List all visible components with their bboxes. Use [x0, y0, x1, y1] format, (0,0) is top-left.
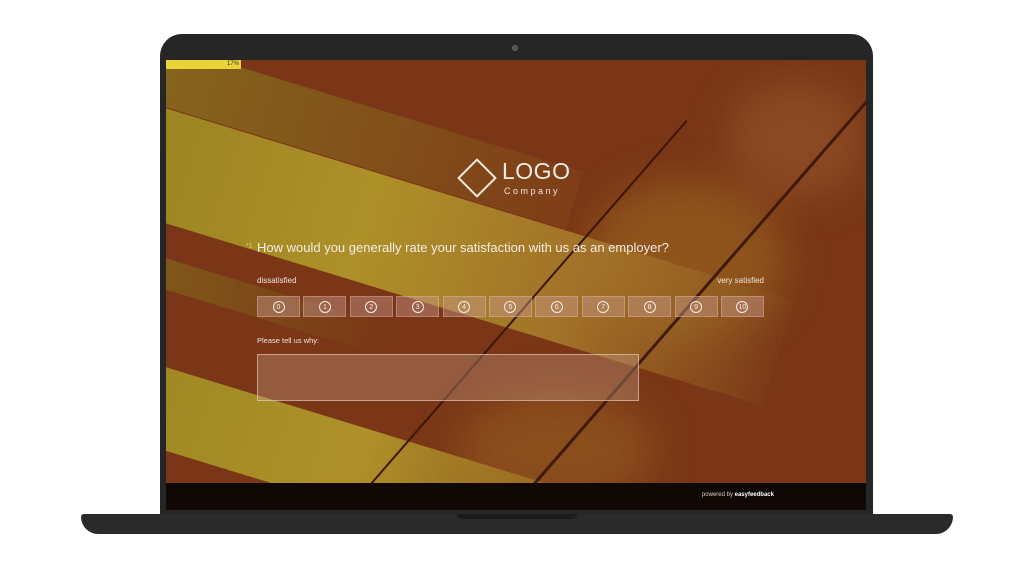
survey-screen: 17% LOGO Company *1 How would you genera…: [166, 60, 866, 510]
scale-low-label: dissatisfied: [257, 276, 297, 285]
rating-option-3[interactable]: 3: [396, 296, 440, 317]
rating-option-7[interactable]: 7: [581, 296, 625, 317]
rating-option-6[interactable]: 6: [535, 296, 579, 317]
comment-textarea[interactable]: [257, 354, 639, 401]
powered-prefix: powered by: [701, 492, 733, 498]
rating-number: 10: [736, 300, 749, 313]
logo-text: LOGO: [502, 158, 571, 184]
rating-option-9[interactable]: 9: [674, 296, 718, 317]
rating-number: 5: [504, 300, 517, 313]
rating-number: 3: [411, 300, 424, 313]
rating-number: 4: [458, 300, 471, 313]
laptop-notch: [457, 514, 577, 519]
rating-number: 1: [318, 300, 331, 313]
rating-option-8[interactable]: 8: [628, 296, 672, 317]
rating-option-2[interactable]: 2: [349, 296, 393, 317]
scale-high-label: very satisfied: [717, 276, 764, 285]
powered-brand: easyfeedback: [734, 492, 774, 498]
required-marker: *1: [246, 243, 253, 250]
progress-label: 17%: [226, 61, 239, 67]
rating-number: 7: [597, 300, 610, 313]
camera-icon: [512, 45, 518, 51]
rating-option-1[interactable]: 1: [303, 296, 347, 317]
rating-option-10[interactable]: 10: [720, 296, 764, 317]
company-logo: LOGO Company: [457, 158, 578, 202]
footer-bar: powered by easyfeedback: [166, 483, 866, 510]
laptop-base: [81, 514, 953, 534]
rating-option-0[interactable]: 0: [257, 296, 300, 317]
powered-by[interactable]: powered by easyfeedback: [702, 492, 774, 498]
rating-number: 8: [643, 300, 656, 313]
rating-scale: 0 1 2 3 4 5 6 7 8 9 10: [257, 296, 765, 318]
rating-number: 0: [272, 300, 285, 313]
rating-option-4[interactable]: 4: [442, 296, 486, 317]
rating-number: 9: [690, 300, 703, 313]
diamond-logo-icon: [457, 158, 497, 198]
logo-subtitle: Company: [504, 186, 561, 196]
rating-number: 6: [550, 300, 563, 313]
rating-number: 2: [365, 300, 378, 313]
rating-option-5[interactable]: 5: [488, 296, 532, 317]
question-text: How would you generally rate your satisf…: [257, 240, 669, 255]
comment-label: Please tell us why:: [257, 336, 320, 345]
